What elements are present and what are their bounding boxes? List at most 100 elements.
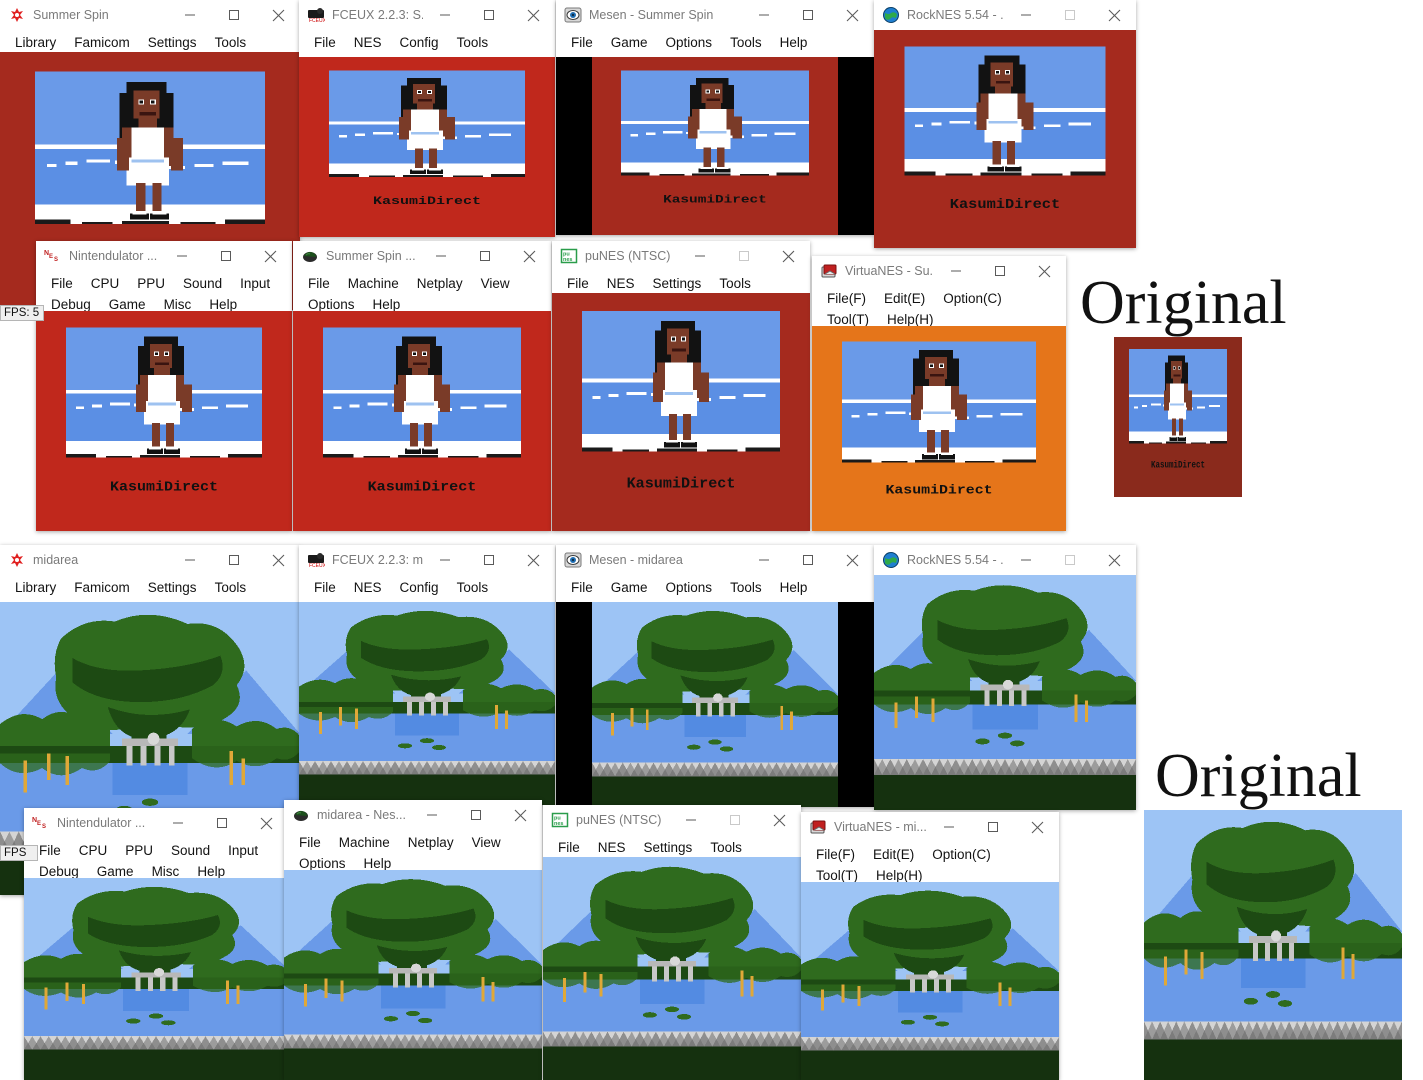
- window-controls[interactable]: [1004, 545, 1136, 575]
- menu-item-tools[interactable]: Tools: [710, 273, 760, 294]
- close-button[interactable]: [830, 545, 874, 575]
- minimize-button[interactable]: [419, 241, 463, 271]
- menu-item-tools[interactable]: Tools: [448, 577, 498, 598]
- menu-item-machine[interactable]: Machine: [339, 273, 408, 294]
- window-mesen-midarea[interactable]: Mesen - midarea File Game Options Tools Help: [556, 545, 874, 807]
- menu-item-file[interactable]: File: [305, 32, 345, 53]
- close-button[interactable]: [256, 545, 300, 575]
- emulator-viewport[interactable]: KasumiDirect: [874, 30, 1136, 248]
- window-nestopia-ue-midarea[interactable]: midarea - Nes... File Machine Netplay View Op…: [284, 800, 542, 1080]
- maximize-button[interactable]: [467, 545, 511, 575]
- close-button[interactable]: [766, 241, 810, 271]
- title-bar[interactable]: VirtuaNES - mi...: [801, 812, 1059, 842]
- menu-item-options[interactable]: Options: [657, 577, 722, 598]
- window-rocknes-summerspin[interactable]: RockNES 5.54 - ... KasumiDirect: [874, 0, 1136, 248]
- window-controls[interactable]: [419, 241, 551, 271]
- window-controls[interactable]: [669, 805, 801, 835]
- emulator-viewport[interactable]: [284, 870, 542, 1080]
- title-bar[interactable]: RockNES 5.54 - ...: [874, 0, 1136, 30]
- menu-item-file-f[interactable]: File(F): [807, 844, 864, 865]
- maximize-button[interactable]: [212, 545, 256, 575]
- close-button[interactable]: [1092, 545, 1136, 575]
- menu-item-tools[interactable]: Tools: [206, 577, 256, 598]
- maximize-button[interactable]: [204, 241, 248, 271]
- window-fceux-summerspin[interactable]: FCEUX FCEUX 2.2.3: S... File NES Config Tools…: [299, 0, 555, 237]
- menu-item-nes[interactable]: NES: [345, 577, 391, 598]
- menu-item-file[interactable]: File: [299, 273, 339, 294]
- menu-item-tools[interactable]: Tools: [206, 32, 256, 53]
- maximize-button[interactable]: [463, 241, 507, 271]
- menu-item-settings[interactable]: Settings: [139, 32, 206, 53]
- menu-item-help[interactable]: Help: [771, 32, 817, 53]
- title-bar[interactable]: midarea - Nes...: [284, 800, 542, 830]
- window-punes-summerspin[interactable]: punespuNES (NTSC)FileNESSettingsToolsSta…: [552, 241, 810, 531]
- maximize-button[interactable]: [786, 545, 830, 575]
- menu-item-famicom[interactable]: Famicom: [65, 577, 139, 598]
- menu-item-view[interactable]: View: [472, 273, 519, 294]
- title-bar[interactable]: RockNES 5.54 - ...: [874, 545, 1136, 575]
- window-controls[interactable]: [168, 545, 300, 575]
- emulator-viewport[interactable]: KasumiDirect: [293, 311, 551, 531]
- menu-item-cpu[interactable]: CPU: [70, 840, 117, 861]
- emulator-viewport[interactable]: KasumiDirect: [812, 326, 1066, 531]
- maximize-button[interactable]: [212, 0, 256, 30]
- window-mesen-summerspin[interactable]: Mesen - Summer Spin File Game Options Tools H…: [556, 0, 874, 235]
- window-controls[interactable]: [410, 800, 542, 830]
- menu-item-edit-e[interactable]: Edit(E): [875, 288, 934, 309]
- menu-item-nes[interactable]: NES: [589, 837, 635, 858]
- maximize-button[interactable]: [971, 812, 1015, 842]
- close-button[interactable]: [1092, 0, 1136, 30]
- window-virtuanes-midarea[interactable]: VirtuaNES - mi... File(F) Edit(E) Option(C)…: [801, 812, 1059, 1080]
- title-bar[interactable]: N E S Nintendulator ...: [36, 241, 292, 271]
- menu-item-sound[interactable]: Sound: [162, 840, 219, 861]
- menu-item-tools[interactable]: Tools: [448, 32, 498, 53]
- window-controls[interactable]: [168, 0, 300, 30]
- window-controls[interactable]: [678, 241, 810, 271]
- title-bar[interactable]: Summer Spin ...: [293, 241, 551, 271]
- window-controls[interactable]: [934, 256, 1066, 286]
- maximize-button[interactable]: [200, 808, 244, 838]
- maximize-button[interactable]: [467, 0, 511, 30]
- menu-item-file[interactable]: File: [562, 577, 602, 598]
- minimize-button[interactable]: [1004, 0, 1048, 30]
- close-button[interactable]: [507, 241, 551, 271]
- window-rocknes-midarea[interactable]: RockNES 5.54 - ...: [874, 545, 1136, 810]
- minimize-button[interactable]: [742, 0, 786, 30]
- minimize-button[interactable]: [669, 805, 713, 835]
- menu-item-sound[interactable]: Sound: [174, 273, 231, 294]
- close-button[interactable]: [498, 800, 542, 830]
- menu-item-cpu[interactable]: CPU: [82, 273, 129, 294]
- menu-item-settings[interactable]: Settings: [644, 273, 711, 294]
- maximize-button[interactable]: [786, 0, 830, 30]
- window-controls[interactable]: [423, 0, 555, 30]
- minimize-button[interactable]: [168, 545, 212, 575]
- menu-item-option-c[interactable]: Option(C): [934, 288, 1011, 309]
- maximize-button[interactable]: [454, 800, 498, 830]
- title-bar[interactable]: midarea: [0, 545, 300, 575]
- close-button[interactable]: [511, 0, 555, 30]
- title-bar[interactable]: VirtuaNES - Su...: [812, 256, 1066, 286]
- menu-item-file[interactable]: File: [562, 32, 602, 53]
- title-bar[interactable]: FCEUX FCEUX 2.2.3: S...: [299, 0, 555, 30]
- close-button[interactable]: [511, 545, 555, 575]
- menu-item-ppu[interactable]: PPU: [128, 273, 174, 294]
- minimize-button[interactable]: [423, 545, 467, 575]
- menu-item-file[interactable]: File: [558, 273, 598, 294]
- title-bar[interactable]: pu nes puNES (NTSC): [552, 241, 810, 271]
- emulator-viewport[interactable]: [874, 575, 1136, 810]
- emulator-viewport[interactable]: KasumiDirect: [36, 311, 292, 531]
- menu-item-file-f[interactable]: File(F): [818, 288, 875, 309]
- emulator-viewport[interactable]: KasumiDirect: [299, 57, 555, 237]
- window-controls[interactable]: [742, 0, 874, 30]
- window-controls[interactable]: [156, 808, 288, 838]
- menu-item-file[interactable]: File: [42, 273, 82, 294]
- close-button[interactable]: [757, 805, 801, 835]
- maximize-button[interactable]: [978, 256, 1022, 286]
- menu-item-file[interactable]: File: [290, 832, 330, 853]
- menu-item-nes[interactable]: NES: [345, 32, 391, 53]
- menu-item-nes[interactable]: NES: [598, 273, 644, 294]
- menu-item-library[interactable]: Library: [6, 32, 65, 53]
- menu-item-file[interactable]: File: [305, 577, 345, 598]
- close-button[interactable]: [244, 808, 288, 838]
- menu-item-input[interactable]: Input: [219, 840, 267, 861]
